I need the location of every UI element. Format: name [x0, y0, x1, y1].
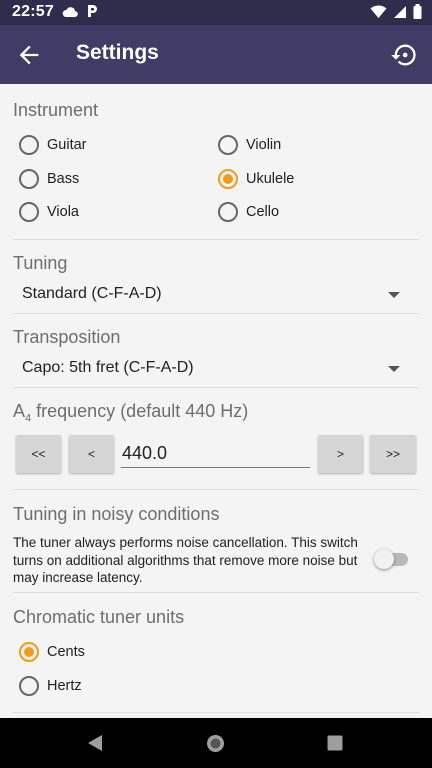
frequency-input[interactable]: 440.0 [121, 438, 310, 468]
increase-small-button[interactable]: > [318, 435, 363, 473]
radio-guitar[interactable]: Guitar [19, 131, 87, 159]
frequency-title-text: frequency (default 440 Hz) [31, 401, 249, 421]
parking-icon [86, 4, 98, 23]
switch-thumb[interactable] [374, 549, 394, 569]
dropdown-arrow-icon [388, 292, 400, 298]
tuning-selected-value: Standard (C-F-A-D) [22, 285, 162, 302]
status-bar: 22:57 [0, 0, 432, 25]
radio-ukulele[interactable]: Ukulele [218, 165, 294, 193]
noise-section-title: Tuning in noisy conditions [13, 504, 220, 524]
radio-cents[interactable]: Cents [19, 638, 85, 666]
transposition-dropdown[interactable]: Capo: 5th fret (C-F-A-D) [13, 352, 419, 386]
radio-button[interactable] [19, 202, 39, 222]
radio-label: Cello [246, 204, 280, 220]
nav-home-icon[interactable] [205, 733, 226, 759]
radio-button[interactable] [218, 202, 238, 222]
instrument-section-title: Instrument [13, 100, 99, 120]
divider [13, 489, 419, 490]
dropdown-arrow-icon [388, 366, 400, 372]
arrow-back-icon[interactable] [15, 41, 43, 69]
navigation-bar [0, 718, 432, 768]
page-title: Settings [76, 41, 159, 64]
tuning-dropdown[interactable]: Standard (C-F-A-D) [13, 278, 419, 312]
radio-label: Viola [47, 204, 79, 220]
status-left-icons [62, 4, 98, 23]
decrease-small-button[interactable]: < [69, 435, 114, 473]
radio-bass[interactable]: Bass [19, 165, 79, 193]
divider [13, 313, 419, 314]
transposition-section-title: Transposition [13, 327, 121, 347]
status-right-icons [370, 4, 422, 24]
radio-button[interactable] [19, 169, 39, 189]
cloud-icon [62, 5, 78, 23]
app-bar: Settings [0, 25, 432, 84]
radio-label: Bass [47, 171, 80, 187]
increase-large-button[interactable]: >> [370, 435, 416, 473]
radio-label: Cents [47, 644, 85, 660]
divider [13, 592, 419, 593]
restore-icon[interactable] [390, 41, 418, 69]
frequency-section-title: A4 frequency (default 440 Hz) [13, 401, 248, 425]
nav-back-icon[interactable] [86, 734, 104, 757]
radio-button[interactable] [19, 676, 39, 696]
frequency-title-note: A [13, 401, 26, 421]
noise-switch[interactable] [374, 548, 408, 570]
divider [13, 387, 419, 388]
status-time: 22:57 [12, 3, 54, 20]
radio-button-checked[interactable] [218, 169, 238, 189]
settings-content[interactable]: Instrument Guitar Violin Bass Ukulele Vi… [0, 84, 432, 718]
radio-button[interactable] [218, 135, 238, 155]
divider [13, 712, 419, 713]
radio-viola[interactable]: Viola [19, 198, 79, 226]
noise-description: The tuner always performs noise cancella… [13, 535, 358, 585]
signal-icon [393, 5, 407, 24]
radio-label: Guitar [47, 137, 87, 153]
decrease-large-button[interactable]: << [16, 435, 61, 473]
radio-label: Violin [246, 137, 282, 153]
radio-button[interactable] [19, 135, 39, 155]
radio-violin[interactable]: Violin [218, 131, 281, 159]
wifi-icon [370, 4, 387, 24]
radio-label: Hertz [47, 678, 82, 694]
radio-hertz[interactable]: Hertz [19, 672, 82, 700]
tuning-section-title: Tuning [13, 253, 68, 273]
radio-cello[interactable]: Cello [218, 198, 279, 226]
divider [13, 239, 419, 240]
chromatic-units-section-title: Chromatic tuner units [13, 607, 185, 627]
radio-label: Ukulele [246, 171, 295, 187]
nav-recents-icon[interactable] [327, 735, 343, 756]
radio-button-checked[interactable] [19, 642, 39, 662]
battery-icon [413, 4, 422, 24]
transposition-selected-value: Capo: 5th fret (C-F-A-D) [22, 359, 194, 376]
